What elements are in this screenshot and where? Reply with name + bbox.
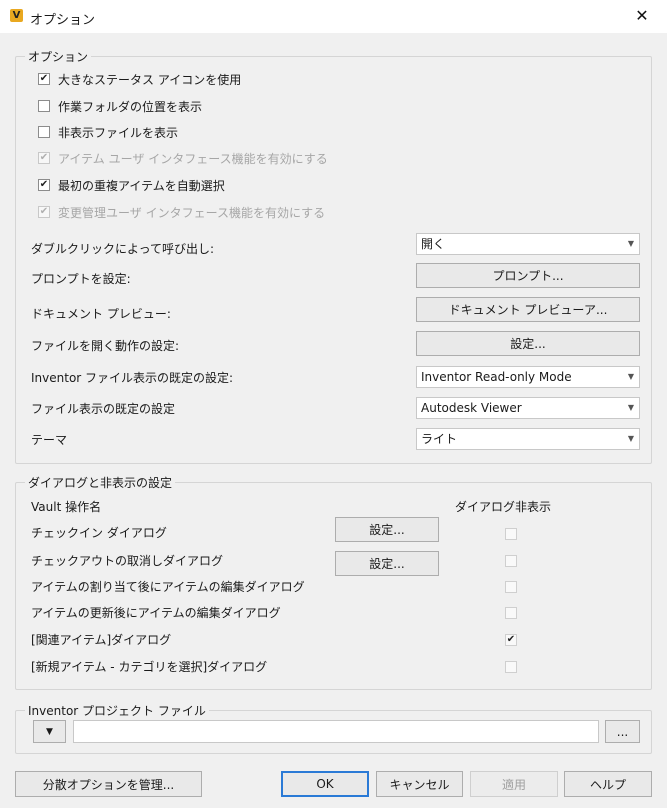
hide-dialog-checkbox[interactable] <box>505 555 517 567</box>
label-double-click: ダブルクリックによって呼び出し: <box>31 242 215 256</box>
label-file-open: ファイルを開く動作の設定: <box>31 339 180 353</box>
inventor-default-value: Inventor Read-only Mode <box>421 370 572 384</box>
column-header-operation: Vault 操作名 <box>31 500 102 514</box>
checkbox-show-hidden-files[interactable] <box>38 126 50 138</box>
cancel-button[interactable]: キャンセル <box>376 771 463 797</box>
inventor-default-select[interactable]: Inventor Read-only Mode ▼ <box>416 366 640 388</box>
hide-dialog-checkbox[interactable] <box>505 607 517 619</box>
chevron-down-icon: ▼ <box>627 239 634 248</box>
dialog-row-label: チェックイン ダイアログ <box>31 526 167 540</box>
prompt-button[interactable]: プロンプト... <box>416 263 640 288</box>
checkbox-change-mgmt-ui[interactable]: ✔ <box>38 206 50 218</box>
checkbox-large-status-icons[interactable]: ✔ <box>38 73 50 85</box>
checkbox-item-ui[interactable]: ✔ <box>38 152 50 164</box>
dialog-row-label: [新規アイテム - カテゴリを選択]ダイアログ <box>31 660 268 674</box>
hide-dialog-checkbox[interactable]: ✔ <box>505 634 517 646</box>
project-file-path-input[interactable] <box>73 720 599 743</box>
checkbox-auto-select-duplicate[interactable]: ✔ <box>38 179 50 191</box>
help-button[interactable]: ヘルプ <box>564 771 652 797</box>
title-bar: V オプション ✕ <box>0 0 667 33</box>
chevron-down-icon: ▼ <box>627 403 634 412</box>
label-show-working-folder: 作業フォルダの位置を表示 <box>58 100 203 114</box>
double-click-value: 開く <box>421 237 446 251</box>
undo-checkout-settings-button[interactable]: 設定... <box>335 551 439 576</box>
browse-button[interactable]: ... <box>605 720 640 743</box>
theme-select[interactable]: ライト ▼ <box>416 428 640 450</box>
dialog-row-label: アイテムの割り当て後にアイテムの編集ダイアログ <box>31 580 305 594</box>
label-large-status-icons: 大きなステータス アイコンを使用 <box>58 73 242 87</box>
label-auto-select-duplicate: 最初の重複アイテムを自動選択 <box>58 179 225 193</box>
label-doc-preview: ドキュメント プレビュー: <box>31 307 171 321</box>
label-theme: テーマ <box>31 433 68 447</box>
hide-dialog-checkbox[interactable] <box>505 661 517 673</box>
file-view-default-select[interactable]: Autodesk Viewer ▼ <box>416 397 640 419</box>
theme-value: ライト <box>421 432 458 446</box>
inventor-project-legend: Inventor プロジェクト ファイル <box>28 704 206 718</box>
project-dropdown-button[interactable]: ▼ <box>33 720 66 743</box>
dialog-row-label: チェックアウトの取消しダイアログ <box>31 554 224 568</box>
label-inventor-default: Inventor ファイル表示の既定の設定: <box>31 371 234 385</box>
chevron-down-icon: ▼ <box>627 372 634 381</box>
doc-previewer-button[interactable]: ドキュメント プレビューア... <box>416 297 640 322</box>
window-title: オプション <box>30 13 96 28</box>
label-show-hidden-files: 非表示ファイルを表示 <box>58 126 179 140</box>
file-view-default-value: Autodesk Viewer <box>421 401 522 415</box>
dialogs-legend: ダイアログと非表示の設定 <box>28 476 173 490</box>
dialog-row-label: アイテムの更新後にアイテムの編集ダイアログ <box>31 606 281 620</box>
ok-button[interactable]: OK <box>281 771 369 797</box>
checkbox-show-working-folder[interactable] <box>38 100 50 112</box>
column-header-hide-dialog: ダイアログ非表示 <box>455 500 552 514</box>
dialog-row-label: [関連アイテム]ダイアログ <box>31 633 172 647</box>
hide-dialog-checkbox[interactable] <box>505 528 517 540</box>
chevron-down-icon: ▼ <box>46 726 53 737</box>
file-open-settings-button[interactable]: 設定... <box>416 331 640 356</box>
chevron-down-icon: ▼ <box>627 434 634 443</box>
label-item-ui: アイテム ユーザ インタフェース機能を有効にする <box>58 152 328 166</box>
label-file-view-default: ファイル表示の既定の設定 <box>31 402 176 416</box>
checkin-settings-button[interactable]: 設定... <box>335 517 439 542</box>
label-prompt: プロンプトを設定: <box>31 272 131 286</box>
label-change-mgmt-ui: 変更管理ユーザ インタフェース機能を有効にする <box>58 206 326 220</box>
vault-app-icon: V <box>10 9 23 22</box>
apply-button[interactable]: 適用 <box>470 771 558 797</box>
options-legend: オプション <box>28 50 89 64</box>
close-button[interactable]: ✕ <box>630 5 654 27</box>
double-click-select[interactable]: 開く ▼ <box>416 233 640 255</box>
hide-dialog-checkbox[interactable] <box>505 581 517 593</box>
manage-distributed-options-button[interactable]: 分散オプションを管理... <box>15 771 202 797</box>
